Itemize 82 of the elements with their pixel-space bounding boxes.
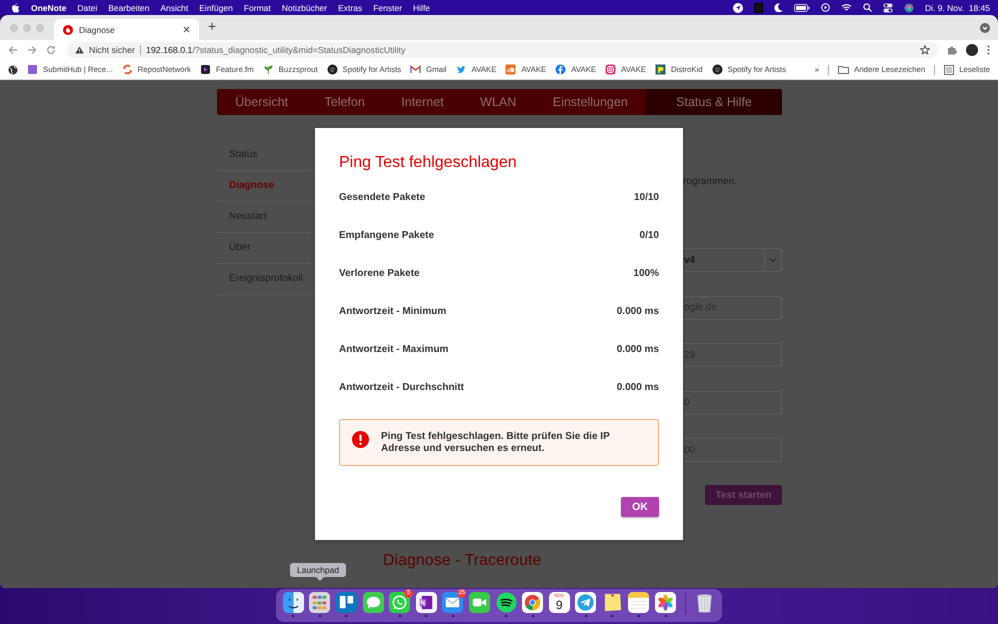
- menu-item[interactable]: Format: [244, 2, 271, 12]
- result-label: Gesendete Pakete: [339, 192, 426, 202]
- result-value: 0.000 ms: [616, 344, 659, 354]
- globe-icon[interactable]: [8, 64, 18, 74]
- notepad-icon[interactable]: [628, 592, 650, 613]
- star-icon[interactable]: [920, 45, 930, 55]
- address-bar[interactable]: Nicht sicher 192.168.0.1/?status_diagnostic_utility&mid=StatusDiagnosticUtility: [67, 42, 938, 58]
- result-label: Verlorene Pakete: [339, 268, 420, 278]
- menu-item[interactable]: Ansicht: [160, 2, 188, 12]
- more-icon[interactable]: [987, 45, 990, 55]
- grid-icon[interactable]: [309, 592, 330, 613]
- apple-icon[interactable]: [11, 2, 20, 12]
- cloud-icon: [505, 64, 516, 75]
- circular-arrows-icon: [122, 64, 133, 75]
- square-logo-icon: [654, 64, 666, 75]
- location-arrow-icon[interactable]: [732, 2, 743, 12]
- forward-arrow-icon[interactable]: [27, 45, 37, 55]
- video-camera-icon[interactable]: [468, 592, 490, 613]
- square-icon: [27, 64, 38, 75]
- play-square-icon: [200, 64, 211, 75]
- browser-icon[interactable]: [522, 592, 544, 613]
- calendar-day: 9: [556, 599, 563, 612]
- menu-item[interactable]: Notizbücher: [282, 2, 328, 12]
- battery-icon[interactable]: [794, 4, 810, 12]
- wifi-icon[interactable]: [840, 3, 852, 12]
- menu-item[interactable]: Datei: [77, 2, 98, 12]
- toggles-icon[interactable]: [882, 2, 893, 12]
- sound-waves-icon: [326, 64, 338, 75]
- menu-item[interactable]: Bearbeiten: [108, 2, 150, 12]
- result-label: Antwortzeit - Minimum: [339, 306, 446, 316]
- flower-icon[interactable]: [655, 592, 676, 613]
- speech-bubble-icon[interactable]: [362, 592, 384, 613]
- back-arrow-icon[interactable]: [8, 45, 18, 55]
- result-value: 100%: [633, 268, 659, 278]
- ok-button[interactable]: OK: [621, 497, 659, 517]
- new-tab-button[interactable]: +: [208, 18, 216, 34]
- circle-icon: [555, 64, 566, 75]
- tab-title: Diagnose: [79, 24, 116, 34]
- exclamation-icon: [352, 431, 369, 448]
- play-circle-icon[interactable]: [820, 3, 830, 12]
- result-value: 0.000 ms: [616, 306, 659, 316]
- notebook-icon[interactable]: [416, 592, 437, 613]
- tab-search-icon[interactable]: [980, 22, 990, 32]
- url-text: 192.168.0.1/?status_diagnostic_utility&mid=StatusDiagnosticUtility: [146, 45, 406, 55]
- board-icon[interactable]: [336, 592, 357, 613]
- result-value: 0.000 ms: [616, 382, 659, 392]
- result-value: 10/10: [634, 192, 659, 202]
- result-label: Empfangene Pakete: [339, 230, 434, 240]
- puzzle-icon[interactable]: [947, 45, 957, 55]
- profile-avatar[interactable]: [966, 44, 978, 56]
- section-title: Diagnose - Traceroute: [383, 552, 542, 570]
- browser-tab[interactable]: Diagnose: [54, 19, 199, 40]
- favicon-icon: [63, 24, 73, 34]
- result-label: Antwortzeit - Durchschnitt: [339, 382, 464, 392]
- result-label: Antwortzeit - Maximum: [339, 344, 448, 354]
- smiling-face-icon[interactable]: [282, 592, 304, 613]
- moon-icon[interactable]: [774, 3, 783, 12]
- result-value: 0/10: [640, 230, 659, 240]
- menu-item[interactable]: Extras: [338, 2, 362, 12]
- folder-icon: [838, 65, 850, 74]
- camera-icon: [605, 64, 616, 75]
- app-name[interactable]: OneNote: [31, 2, 66, 12]
- envelope-icon: [410, 64, 422, 75]
- sprout-icon: [262, 64, 274, 75]
- error-message: Ping Test fehlgeschlagen. Bitte prüfen Sie die IP Adresse und versuchen es erneut.: [381, 431, 611, 454]
- menu-item[interactable]: Einfügen: [199, 2, 233, 12]
- bird-icon: [456, 64, 467, 75]
- orb-icon[interactable]: [904, 2, 914, 12]
- menu-item[interactable]: Fenster: [373, 2, 402, 12]
- reload-icon[interactable]: [46, 45, 56, 55]
- close-icon[interactable]: [183, 26, 190, 33]
- list-icon: [944, 64, 954, 74]
- security-label[interactable]: Nicht sicher: [89, 45, 135, 55]
- nav-tab[interactable]: Status & Hilfe: [646, 89, 782, 115]
- sound-waves-icon[interactable]: [496, 592, 516, 613]
- warning-icon: [75, 46, 84, 54]
- menu-item[interactable]: Hilfe: [413, 2, 430, 12]
- dialog-title: Ping Test fehlgeschlagen: [339, 154, 517, 172]
- sound-waves-icon: [712, 64, 723, 75]
- clock[interactable]: Di. 9. Nov. 18:45: [924, 2, 990, 12]
- paper-plane-icon[interactable]: [575, 592, 596, 613]
- search-icon[interactable]: [862, 3, 872, 12]
